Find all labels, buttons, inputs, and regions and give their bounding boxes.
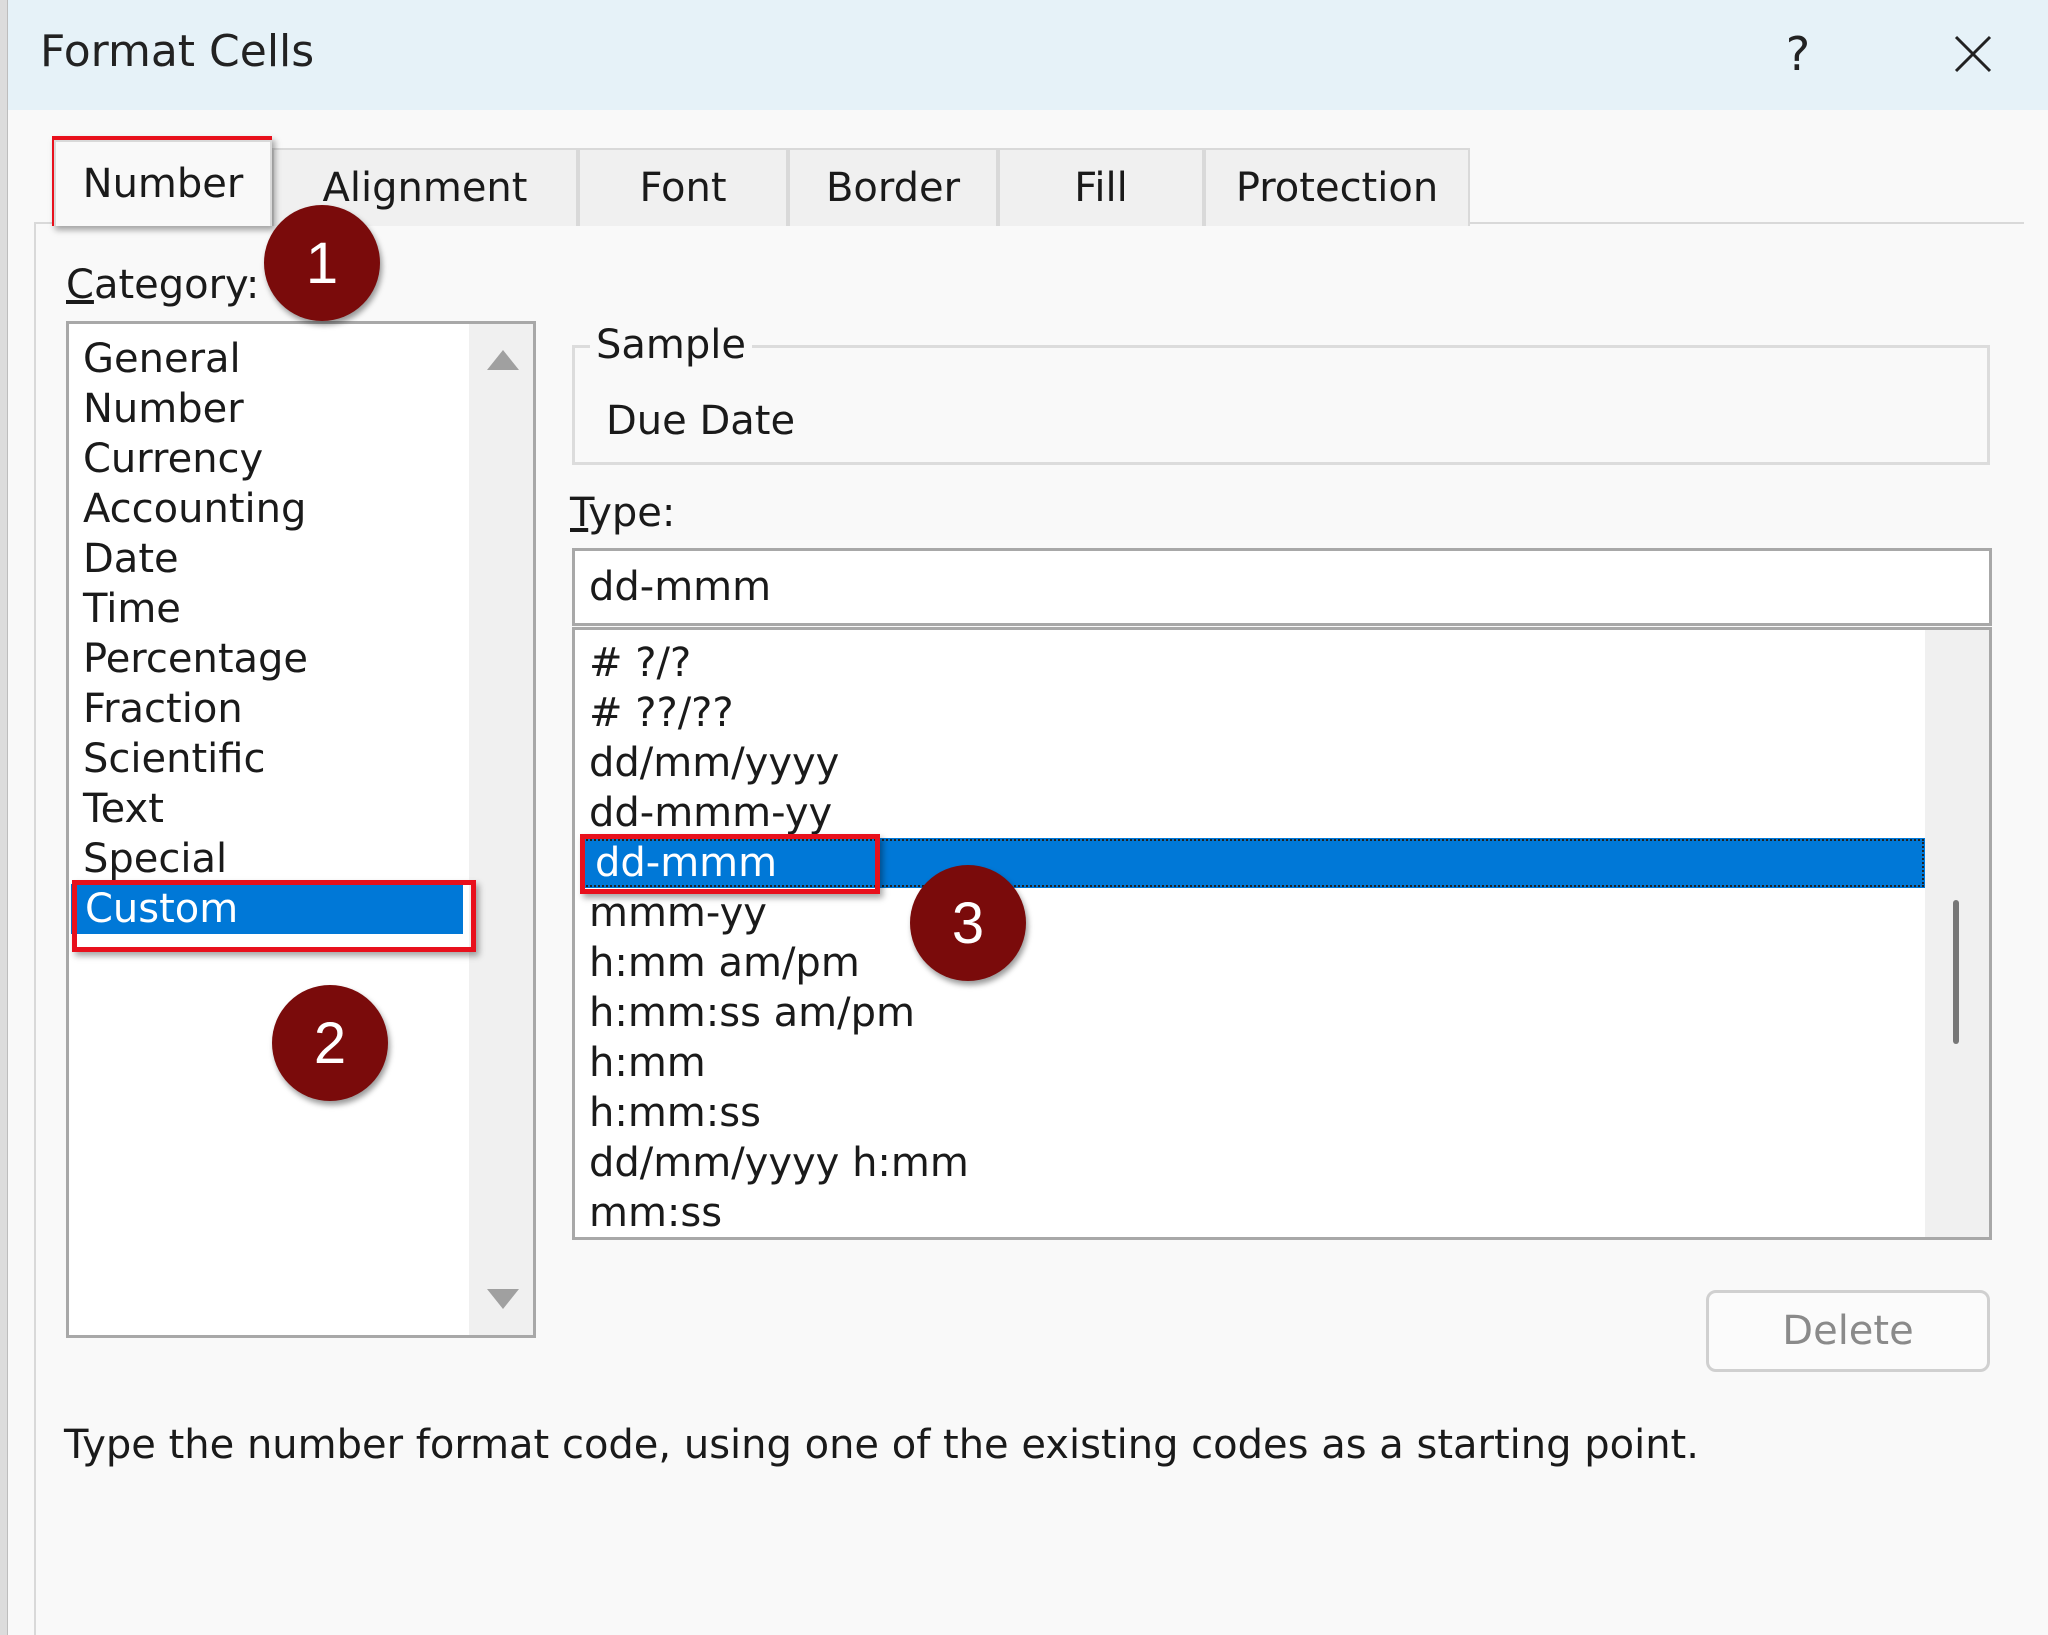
help-button[interactable]: ? [1758, 14, 1838, 94]
category-item-general[interactable]: General [69, 334, 469, 384]
type-item[interactable]: dd/mm/yyyy [575, 738, 1925, 788]
tab-font[interactable]: Font [578, 148, 788, 226]
step-badge-3: 3 [910, 865, 1026, 981]
type-item[interactable]: h:mm:ss am/pm [575, 988, 1925, 1038]
category-item-currency[interactable]: Currency [69, 434, 469, 484]
tab-strip: Number Alignment Font Border Fill Protec… [50, 140, 1470, 226]
scroll-thumb[interactable] [1953, 900, 1959, 1044]
tab-number[interactable]: Number [54, 140, 272, 226]
category-item-accounting[interactable]: Accounting [69, 484, 469, 534]
close-button[interactable] [1928, 14, 2018, 94]
scroll-down-icon[interactable] [487, 1289, 519, 1309]
type-item[interactable]: dd/mm/yyyy h:mm [575, 1138, 1925, 1188]
format-cells-dialog: Format Cells ? Number Alignment Font Bor… [0, 0, 2048, 1635]
tab-protection[interactable]: Protection [1204, 148, 1470, 226]
category-item-text[interactable]: Text [69, 784, 469, 834]
type-item[interactable]: mm:ss [575, 1188, 1925, 1237]
highlight-dd-mmm-type [580, 834, 880, 894]
tab-border[interactable]: Border [788, 148, 998, 226]
title-bar: Format Cells ? [8, 0, 2048, 110]
type-item[interactable]: # ?/? [575, 638, 1925, 688]
category-label: Category: [66, 262, 260, 308]
close-icon [1954, 35, 1992, 73]
dialog-title: Format Cells [40, 26, 315, 77]
category-item-special[interactable]: Special [69, 834, 469, 884]
type-item[interactable]: dd-mmm-yy [575, 788, 1925, 838]
category-list[interactable]: General Number Currency Accounting Date … [66, 321, 536, 1338]
category-item-fraction[interactable]: Fraction [69, 684, 469, 734]
category-item-time[interactable]: Time [69, 584, 469, 634]
scroll-up-icon[interactable] [487, 350, 519, 370]
type-item[interactable]: # ??/?? [575, 688, 1925, 738]
step-badge-2: 2 [272, 985, 388, 1101]
delete-button[interactable]: Delete [1706, 1290, 1990, 1372]
step-badge-1: 1 [264, 205, 380, 321]
category-item-scientific[interactable]: Scientific [69, 734, 469, 784]
background-window-edge [0, 0, 8, 1635]
category-item-number[interactable]: Number [69, 384, 469, 434]
type-item[interactable]: h:mm:ss [575, 1088, 1925, 1138]
type-item[interactable]: mmm-yy [575, 888, 1925, 938]
type-scrollbar[interactable] [1925, 630, 1989, 1237]
tab-fill[interactable]: Fill [998, 148, 1204, 226]
type-list[interactable]: # ?/? # ??/?? dd/mm/yyyy dd-mmm-yy dd-mm… [572, 627, 1992, 1240]
highlight-custom-category [72, 880, 476, 952]
type-label: Type: [570, 490, 676, 536]
hint-text: Type the number format code, using one o… [64, 1422, 1699, 1468]
category-scrollbar[interactable] [469, 324, 533, 1335]
type-item[interactable]: h:mm am/pm [575, 938, 1925, 988]
category-item-percentage[interactable]: Percentage [69, 634, 469, 684]
sample-value: Due Date [606, 398, 796, 444]
type-input[interactable]: dd-mmm [572, 548, 1992, 626]
category-item-date[interactable]: Date [69, 534, 469, 584]
type-item[interactable]: h:mm [575, 1038, 1925, 1088]
sample-legend: Sample [590, 322, 752, 368]
